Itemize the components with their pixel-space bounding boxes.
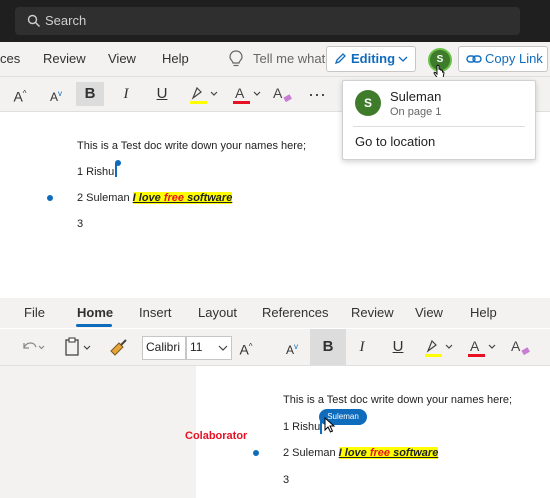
- highlight-color-button[interactable]: [421, 335, 457, 359]
- tab-home[interactable]: Home: [77, 305, 113, 320]
- doc-line-3: 3: [283, 474, 290, 486]
- search-input[interactable]: Search: [15, 7, 520, 35]
- clear-formatting-button[interactable]: A: [270, 82, 294, 106]
- clear-format-icon: A: [273, 85, 292, 103]
- page-margin-area: [0, 366, 196, 498]
- presence-dot: [47, 195, 53, 201]
- collaborator-popup: S Suleman On page 1 Go to location: [342, 80, 536, 160]
- popup-avatar: S: [355, 90, 381, 116]
- doc-line-2: 2 Suleman I love free software: [283, 447, 439, 459]
- clear-format-icon: A: [511, 338, 530, 356]
- copy-link-button[interactable]: Copy Link: [458, 46, 548, 72]
- tab-view[interactable]: View: [108, 51, 136, 66]
- line-1-text: 1 Rishu: [77, 166, 115, 178]
- tab-view[interactable]: View: [415, 305, 443, 320]
- underline-button[interactable]: U: [384, 335, 412, 359]
- font-color-button[interactable]: A: [229, 82, 265, 106]
- font-color-icon: A: [233, 85, 261, 104]
- copy-link-label: Copy Link: [485, 51, 543, 66]
- font-name-input[interactable]: Calibri: [142, 336, 186, 360]
- font-color-button[interactable]: A: [464, 335, 500, 359]
- highlighter-icon: [190, 86, 218, 104]
- highlighted-text: I love free software: [338, 447, 439, 459]
- popup-location: On page 1: [390, 106, 442, 118]
- italic-button[interactable]: I: [348, 335, 376, 359]
- bold-button[interactable]: B: [76, 82, 104, 106]
- bottom-formatting-toolbar: A^ Av B I U A A: [0, 329, 550, 366]
- tab-help[interactable]: Help: [162, 51, 189, 66]
- hl-part-a: I love: [132, 192, 164, 204]
- chevron-down-icon: [398, 56, 408, 62]
- italic-button[interactable]: I: [112, 82, 140, 106]
- doc-line-1: 1 Rishu: [77, 166, 114, 178]
- svg-text:A: A: [235, 85, 245, 101]
- tab-references[interactable]: References: [262, 305, 328, 320]
- doc-intro-text: This is a Test doc write down your names…: [77, 140, 307, 152]
- hl-part-free: free: [163, 192, 185, 204]
- svg-text:A: A: [470, 338, 480, 354]
- clear-formatting-button[interactable]: A: [508, 335, 532, 359]
- active-tab-indicator: [76, 324, 112, 327]
- go-to-location-link[interactable]: Go to location: [355, 134, 435, 149]
- editing-label: Editing: [351, 51, 396, 66]
- doc-line-3: 3: [77, 218, 84, 230]
- font-color-icon: A: [468, 338, 496, 357]
- font-size-input[interactable]: 11: [186, 336, 232, 360]
- collaborator-cursor-dot: [115, 160, 121, 166]
- collaborator-cursor: [320, 418, 322, 434]
- paste-button[interactable]: [62, 335, 96, 359]
- doc-intro-text: This is a Test doc write down your names…: [283, 394, 513, 406]
- collaborator-annotation: Colaborator: [185, 430, 248, 442]
- grow-font-button[interactable]: A^: [234, 335, 258, 359]
- shrink-font-button[interactable]: Av: [44, 82, 68, 106]
- doc-line-2: 2 Suleman I love free software: [77, 192, 233, 204]
- svg-text:A: A: [511, 338, 521, 354]
- mouse-pointer-icon: [324, 417, 336, 433]
- shrink-font-button[interactable]: Av: [280, 335, 304, 359]
- doc-line-1: 1 Rishu: [283, 421, 321, 433]
- search-icon: [27, 14, 40, 27]
- line-2-prefix: 2 Suleman: [283, 447, 339, 459]
- pencil-icon: [334, 53, 346, 65]
- undo-icon: [23, 342, 45, 350]
- link-icon: [466, 55, 482, 63]
- svg-text:A: A: [273, 85, 283, 101]
- presence-dot: [253, 450, 259, 456]
- font-name-value: Calibri: [146, 340, 181, 354]
- format-painter-icon: [110, 339, 127, 356]
- more-options-button[interactable]: ···: [304, 82, 330, 106]
- clipboard-icon: [65, 337, 91, 356]
- hl-part-c: software: [184, 192, 233, 204]
- tab-review[interactable]: Review: [351, 305, 394, 320]
- search-placeholder: Search: [45, 13, 87, 28]
- highlighted-text: I love free software: [132, 192, 233, 204]
- document-page[interactable]: [196, 366, 550, 498]
- editing-mode-button[interactable]: Editing: [326, 46, 416, 72]
- tab-layout[interactable]: Layout: [198, 305, 237, 320]
- format-painter-button[interactable]: [106, 335, 130, 359]
- highlighter-icon: [425, 339, 453, 357]
- hl-part-free: free: [369, 447, 391, 459]
- bold-button[interactable]: B: [310, 329, 346, 365]
- grow-font-button[interactable]: A^: [8, 82, 32, 106]
- popup-name: Suleman: [390, 89, 442, 104]
- line-2-prefix: 2 Suleman: [77, 192, 133, 204]
- hl-part-a: I love: [338, 447, 370, 459]
- tab-review[interactable]: Review: [43, 51, 86, 66]
- highlight-color-button[interactable]: [186, 82, 222, 106]
- underline-button[interactable]: U: [148, 82, 176, 106]
- tab-insert[interactable]: Insert: [139, 305, 172, 320]
- tell-me-search[interactable]: Tell me what: [253, 51, 325, 66]
- popup-divider: [353, 126, 525, 127]
- lightbulb-icon: [229, 50, 243, 67]
- tab-file[interactable]: File: [24, 305, 45, 320]
- tab-help[interactable]: Help: [470, 305, 497, 320]
- hl-part-c: software: [390, 447, 439, 459]
- font-size-value: 11: [190, 340, 203, 354]
- tab-references-partial[interactable]: ces: [0, 51, 20, 66]
- undo-button[interactable]: [18, 335, 46, 359]
- chevron-down-icon[interactable]: [218, 344, 228, 352]
